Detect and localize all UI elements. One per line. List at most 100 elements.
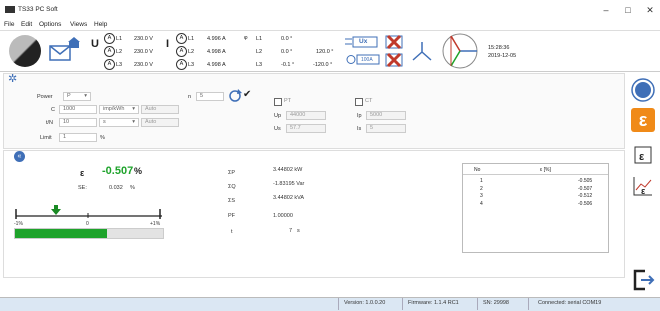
phase-l3-current-icon[interactable]: A <box>176 59 187 70</box>
menu-options[interactable]: Options <box>39 21 61 28</box>
checkmark-icon[interactable]: ✔ <box>243 89 251 101</box>
pf-label: PF <box>228 213 236 219</box>
time-label: t <box>231 229 233 235</box>
angle-l2-value: 0.0 ° <box>281 49 293 55</box>
svg-text:ε: ε <box>639 151 645 163</box>
maximize-button[interactable]: □ <box>620 4 636 16</box>
exit-button[interactable] <box>631 268 655 292</box>
power-label: Power <box>37 94 53 100</box>
collapse-icon[interactable]: « <box>14 151 25 162</box>
angle-l1-value: 0.0 ° <box>281 36 293 42</box>
menu-file[interactable]: File <box>4 21 14 28</box>
se-value: 0.032 <box>109 185 123 191</box>
power-select[interactable]: P ▾ <box>63 92 91 101</box>
epsilon-label: ε <box>80 168 85 178</box>
c-unit-select[interactable]: imp/kWh ▾ <box>99 105 139 114</box>
measurement-progress <box>14 228 164 239</box>
app-icon <box>5 6 15 13</box>
se-label: SE: <box>78 185 87 191</box>
sum-p-value: 3.44802 kW <box>273 167 303 173</box>
clock-time: 15:28:36 <box>488 45 510 51</box>
minimize-button[interactable]: – <box>598 4 614 16</box>
stop-button[interactable] <box>631 78 655 102</box>
menu-edit[interactable]: Edit <box>21 21 32 28</box>
limit-input[interactable]: 1 <box>59 133 97 142</box>
star-connection-icon[interactable] <box>410 40 434 64</box>
progress-fill <box>15 229 107 238</box>
c-constant-input[interactable]: 1000 <box>59 105 97 114</box>
ip-input[interactable]: 5000 <box>366 111 406 120</box>
phase-l1-current-icon[interactable]: A <box>176 33 187 44</box>
table-cell-no: 4 <box>480 200 483 207</box>
is-input[interactable]: 5 <box>366 124 406 133</box>
sum-p-label: ΣP <box>228 170 236 176</box>
tn-unit-select[interactable]: s ▾ <box>99 118 139 127</box>
c-auto-button[interactable]: Auto <box>141 105 179 114</box>
voltage-label: U <box>91 38 99 50</box>
table-cell-error: -0.505 <box>578 178 593 184</box>
table-cell-error: -0.506 <box>578 200 593 207</box>
epsilon-chart-button[interactable]: ε <box>631 174 655 198</box>
scale-marker-arrow-icon <box>51 205 61 215</box>
title-bar <box>0 0 660 20</box>
sum-q-value: -1.83195 Var <box>273 181 305 187</box>
voltage-l2-value: 230.0 V <box>134 49 153 55</box>
transformer-icon-2[interactable] <box>384 52 404 68</box>
table-cell-no: 1 <box>480 178 483 184</box>
sum-s-value: 3.44802 kVA <box>273 195 305 201</box>
angle-l1-l2-value: 120.0 ° <box>316 49 334 55</box>
menu-views[interactable]: Views <box>70 21 87 28</box>
status-version: Version: 1.0.0.20 <box>344 300 386 306</box>
mail-home-icon[interactable] <box>48 36 82 66</box>
sum-q-label: ΣQ <box>228 184 236 190</box>
clock-date: 2019-12-05 <box>488 53 517 59</box>
phase-l3-voltage-icon[interactable]: A <box>104 59 115 70</box>
epsilon-value: -0.507 <box>102 165 134 177</box>
angle-l3-value: -0.1 ° <box>281 62 295 68</box>
up-input[interactable]: 44000 <box>286 111 326 120</box>
scale-max: +1% <box>150 221 161 227</box>
us-input[interactable]: 57.7 <box>286 124 326 133</box>
voltage-l3-value: 230.0 V <box>134 62 153 68</box>
pt-checkbox[interactable] <box>274 98 282 106</box>
scale-mid: 0 <box>86 221 89 227</box>
voltage-l1-value: 230.0 V <box>134 36 153 42</box>
app-title: TS33 PC Soft <box>18 6 58 13</box>
phase-l2-voltage-icon[interactable]: A <box>104 46 115 57</box>
sum-s-label: ΣS <box>228 198 236 204</box>
phi-symbol: φ <box>244 35 248 41</box>
current-l2-value: 4.998 A <box>207 49 226 55</box>
meter-logo-icon[interactable] <box>9 35 41 67</box>
svg-text:ε: ε <box>641 186 646 196</box>
status-connection: Connected: serial COM19 <box>538 300 602 306</box>
gear-icon[interactable]: ✲ <box>8 74 17 85</box>
tn-input[interactable]: 10 <box>59 118 97 127</box>
phase-l1-voltage-icon[interactable]: A <box>104 33 115 44</box>
table-cell-error: -0.512 <box>578 193 593 199</box>
epsilon-view-button[interactable]: ε <box>631 108 655 132</box>
n-input[interactable]: 5 <box>196 92 224 101</box>
error-scale <box>14 206 164 220</box>
current-label: I <box>166 38 170 50</box>
results-table <box>462 163 609 253</box>
tn-auto-button[interactable]: Auto <box>141 118 179 127</box>
current-l1-value: 4.996 A <box>207 36 226 42</box>
ct-checkbox[interactable] <box>355 98 363 106</box>
status-serial-number: SN: 29998 <box>483 300 509 306</box>
current-l3-value: 4.998 A <box>207 62 226 68</box>
table-cell-no: 2 <box>480 185 483 192</box>
table-cell-error: -0.507 <box>578 185 593 192</box>
close-button[interactable]: ✕ <box>642 4 658 16</box>
phase-l2-current-icon[interactable]: A <box>176 46 187 57</box>
pf-value: 1.00000 <box>273 213 293 219</box>
epsilon-table-button[interactable]: ε <box>631 143 655 167</box>
range-label: 100A <box>361 57 373 63</box>
repeat-icon[interactable] <box>228 89 242 103</box>
time-value: 7 <box>289 228 293 234</box>
scale-min: -1% <box>14 221 23 227</box>
menu-help[interactable]: Help <box>94 21 107 28</box>
phasor-diagram-icon[interactable] <box>440 31 480 71</box>
transformer-icon[interactable] <box>384 34 404 50</box>
status-firmware: Firmware: 1.1.4 RC1 <box>408 300 459 306</box>
table-cell-no: 3 <box>480 193 483 199</box>
